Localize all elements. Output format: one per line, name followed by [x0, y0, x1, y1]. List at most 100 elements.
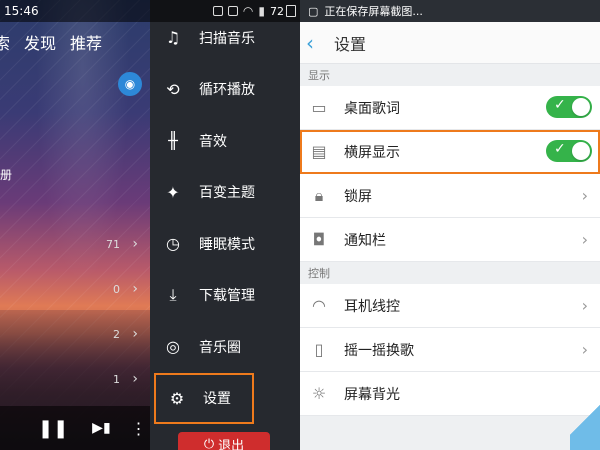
setting-label: 摇一摇换歌	[344, 342, 414, 359]
setting-notification-bar[interactable]: ◘ 通知栏 ›	[300, 218, 600, 262]
status-text: 正在保存屏幕截图...	[324, 5, 423, 18]
repeat-icon: ⟲	[166, 79, 180, 99]
setting-label: 横屏显示	[344, 144, 400, 161]
setting-label: 锁屏	[344, 188, 372, 205]
tab-discover[interactable]: 发现	[24, 30, 56, 54]
tab-search[interactable]: 索	[0, 30, 10, 54]
drawer-item-settings[interactable]: ⚙ 设置	[154, 372, 254, 424]
power-icon: ⏻	[203, 436, 215, 450]
status-time: 15:46	[4, 4, 39, 18]
check-icon: ✓	[554, 141, 566, 157]
scan-music-icon: ♫	[165, 28, 181, 48]
list-item[interactable]: 0 ›	[0, 281, 150, 301]
list-item[interactable]: 1 ›	[0, 371, 150, 391]
drawer-item-label: 音效	[199, 133, 227, 150]
drawer-item-label: 扫描音乐	[199, 30, 255, 47]
equalizer-icon: ╫	[168, 131, 178, 151]
gear-icon: ⚙	[169, 388, 185, 408]
item-count: 1	[113, 373, 120, 386]
status-bar-right: ▢ 正在保存屏幕截图...	[300, 0, 600, 22]
page-title: 设置	[334, 34, 367, 54]
headphones-icon: ◠	[312, 296, 326, 315]
ring-icon	[227, 6, 238, 16]
drawer-item-sleep-mode[interactable]: ◷ 睡眠模式	[150, 218, 300, 270]
clock-icon: ◷	[166, 234, 180, 254]
settings-panel: ▢ 正在保存屏幕截图... ‹ 设置 显示 ▭ 桌面歌词 ✓ ▤ 横屏显示 ✓ …	[300, 0, 600, 450]
battery-level: 72	[270, 4, 284, 18]
side-drawer: ♫ 扫描音乐 ⟲ 循环播放 ╫ 音效 ✦ 百变主题 ◷ 睡眠模式 ⤓ 下载管理 …	[150, 0, 300, 450]
pause-icon[interactable]: ❚❚	[38, 418, 68, 439]
drawer-item-music-circle[interactable]: ◎ 音乐圈	[150, 321, 300, 373]
list-item[interactable]: 71 ›	[0, 236, 150, 256]
image-icon	[212, 6, 223, 16]
setting-label: 耳机线控	[344, 298, 400, 315]
drawer-item-label: 下载管理	[199, 288, 255, 305]
playback-controls: ❚❚ ▶▮ ⋮	[0, 406, 150, 450]
chevron-right-icon: ›	[132, 326, 138, 342]
lock-icon: 🔒︎	[314, 185, 324, 205]
status-bar: 15:46 ◠ ▮ 72	[0, 0, 300, 22]
toggle-knob	[572, 98, 590, 116]
setting-headphone-control[interactable]: ◠ 耳机线控 ›	[300, 284, 600, 328]
battery-indicator: 72	[270, 5, 296, 18]
section-header-display: 显示	[308, 69, 330, 82]
wifi-icon: ◠	[242, 4, 254, 18]
landscape-display-toggle[interactable]: ✓	[546, 140, 592, 162]
toggle-knob	[572, 142, 590, 160]
item-count: 0	[113, 283, 120, 296]
screen-root: 15:46 ◠ ▮ 72 索 发现 推荐 ◉ 册 71 › 0 › 2 › 1 …	[0, 0, 600, 450]
setting-label: 屏幕背光	[344, 386, 400, 403]
setting-lock-screen[interactable]: 🔒︎ 锁屏 ›	[300, 174, 600, 218]
tab-recommend[interactable]: 推荐	[70, 30, 102, 54]
brightness-icon: ☼	[311, 384, 327, 403]
chevron-right-icon: ›	[581, 186, 588, 205]
setting-desktop-lyrics[interactable]: ▭ 桌面歌词 ✓	[300, 86, 600, 130]
next-track-icon[interactable]: ▶▮	[92, 420, 110, 436]
decorative-corner	[570, 390, 600, 450]
battery-icon	[286, 5, 296, 17]
chevron-right-icon: ›	[581, 340, 588, 359]
drawer-item-repeat[interactable]: ⟲ 循环播放	[150, 64, 300, 116]
download-icon: ⤓	[169, 285, 177, 305]
exit-label: 退出	[218, 438, 245, 450]
status-icons: ◠ ▮ 72	[212, 4, 296, 18]
lyrics-icon: ▭	[311, 98, 327, 117]
setting-screen-backlight[interactable]: ☼ 屏幕背光	[300, 372, 600, 416]
setting-shake-to-change[interactable]: ▯ 摇一摇换歌 ›	[300, 328, 600, 372]
item-count: 71	[106, 238, 120, 251]
shake-icon: ▯	[314, 340, 324, 359]
chevron-right-icon: ›	[132, 371, 138, 387]
list-item[interactable]: 2 ›	[0, 326, 150, 346]
notification-icon: ◘	[312, 230, 326, 249]
landscape-icon: ▤	[311, 142, 327, 161]
screenshot-icon: ▢	[308, 4, 319, 18]
section-header-control: 控制	[308, 267, 330, 280]
check-icon: ✓	[554, 97, 566, 113]
item-count: 2	[113, 328, 120, 341]
setting-label: 通知栏	[344, 232, 386, 249]
setting-label: 桌面歌词	[344, 100, 400, 117]
chevron-right-icon: ›	[132, 236, 138, 252]
exit-button[interactable]: ⏻ 退出	[178, 432, 270, 450]
side-label: 册	[0, 168, 13, 182]
drawer-item-themes[interactable]: ✦ 百变主题	[150, 167, 300, 219]
radio-icon[interactable]: ◉	[118, 72, 142, 96]
music-circle-icon: ◎	[166, 337, 180, 357]
back-icon[interactable]: ‹	[306, 31, 334, 55]
signal-icon: ▮	[258, 4, 265, 18]
drawer-item-downloads[interactable]: ⤓ 下载管理	[150, 270, 300, 322]
drawer-item-label: 音乐圈	[199, 339, 241, 356]
drawer-item-label: 百变主题	[199, 185, 255, 202]
theme-shirt-icon: ✦	[166, 182, 180, 202]
desktop-lyrics-toggle[interactable]: ✓	[546, 96, 592, 118]
player-tabs: 索 发现 推荐	[0, 30, 150, 54]
drawer-item-sound-effects[interactable]: ╫ 音效	[150, 115, 300, 167]
more-icon[interactable]: ⋮	[131, 419, 147, 438]
drawer-item-label: 循环播放	[199, 82, 255, 99]
chevron-right-icon: ›	[581, 230, 588, 249]
player-panel: 15:46 ◠ ▮ 72 索 发现 推荐 ◉ 册 71 › 0 › 2 › 1 …	[0, 0, 300, 450]
settings-app-bar: ‹ 设置	[300, 22, 600, 64]
drawer-menu: ♫ 扫描音乐 ⟲ 循环播放 ╫ 音效 ✦ 百变主题 ◷ 睡眠模式 ⤓ 下载管理 …	[150, 12, 300, 424]
setting-landscape-display[interactable]: ▤ 横屏显示 ✓	[300, 130, 600, 174]
drawer-item-label: 睡眠模式	[199, 236, 255, 253]
